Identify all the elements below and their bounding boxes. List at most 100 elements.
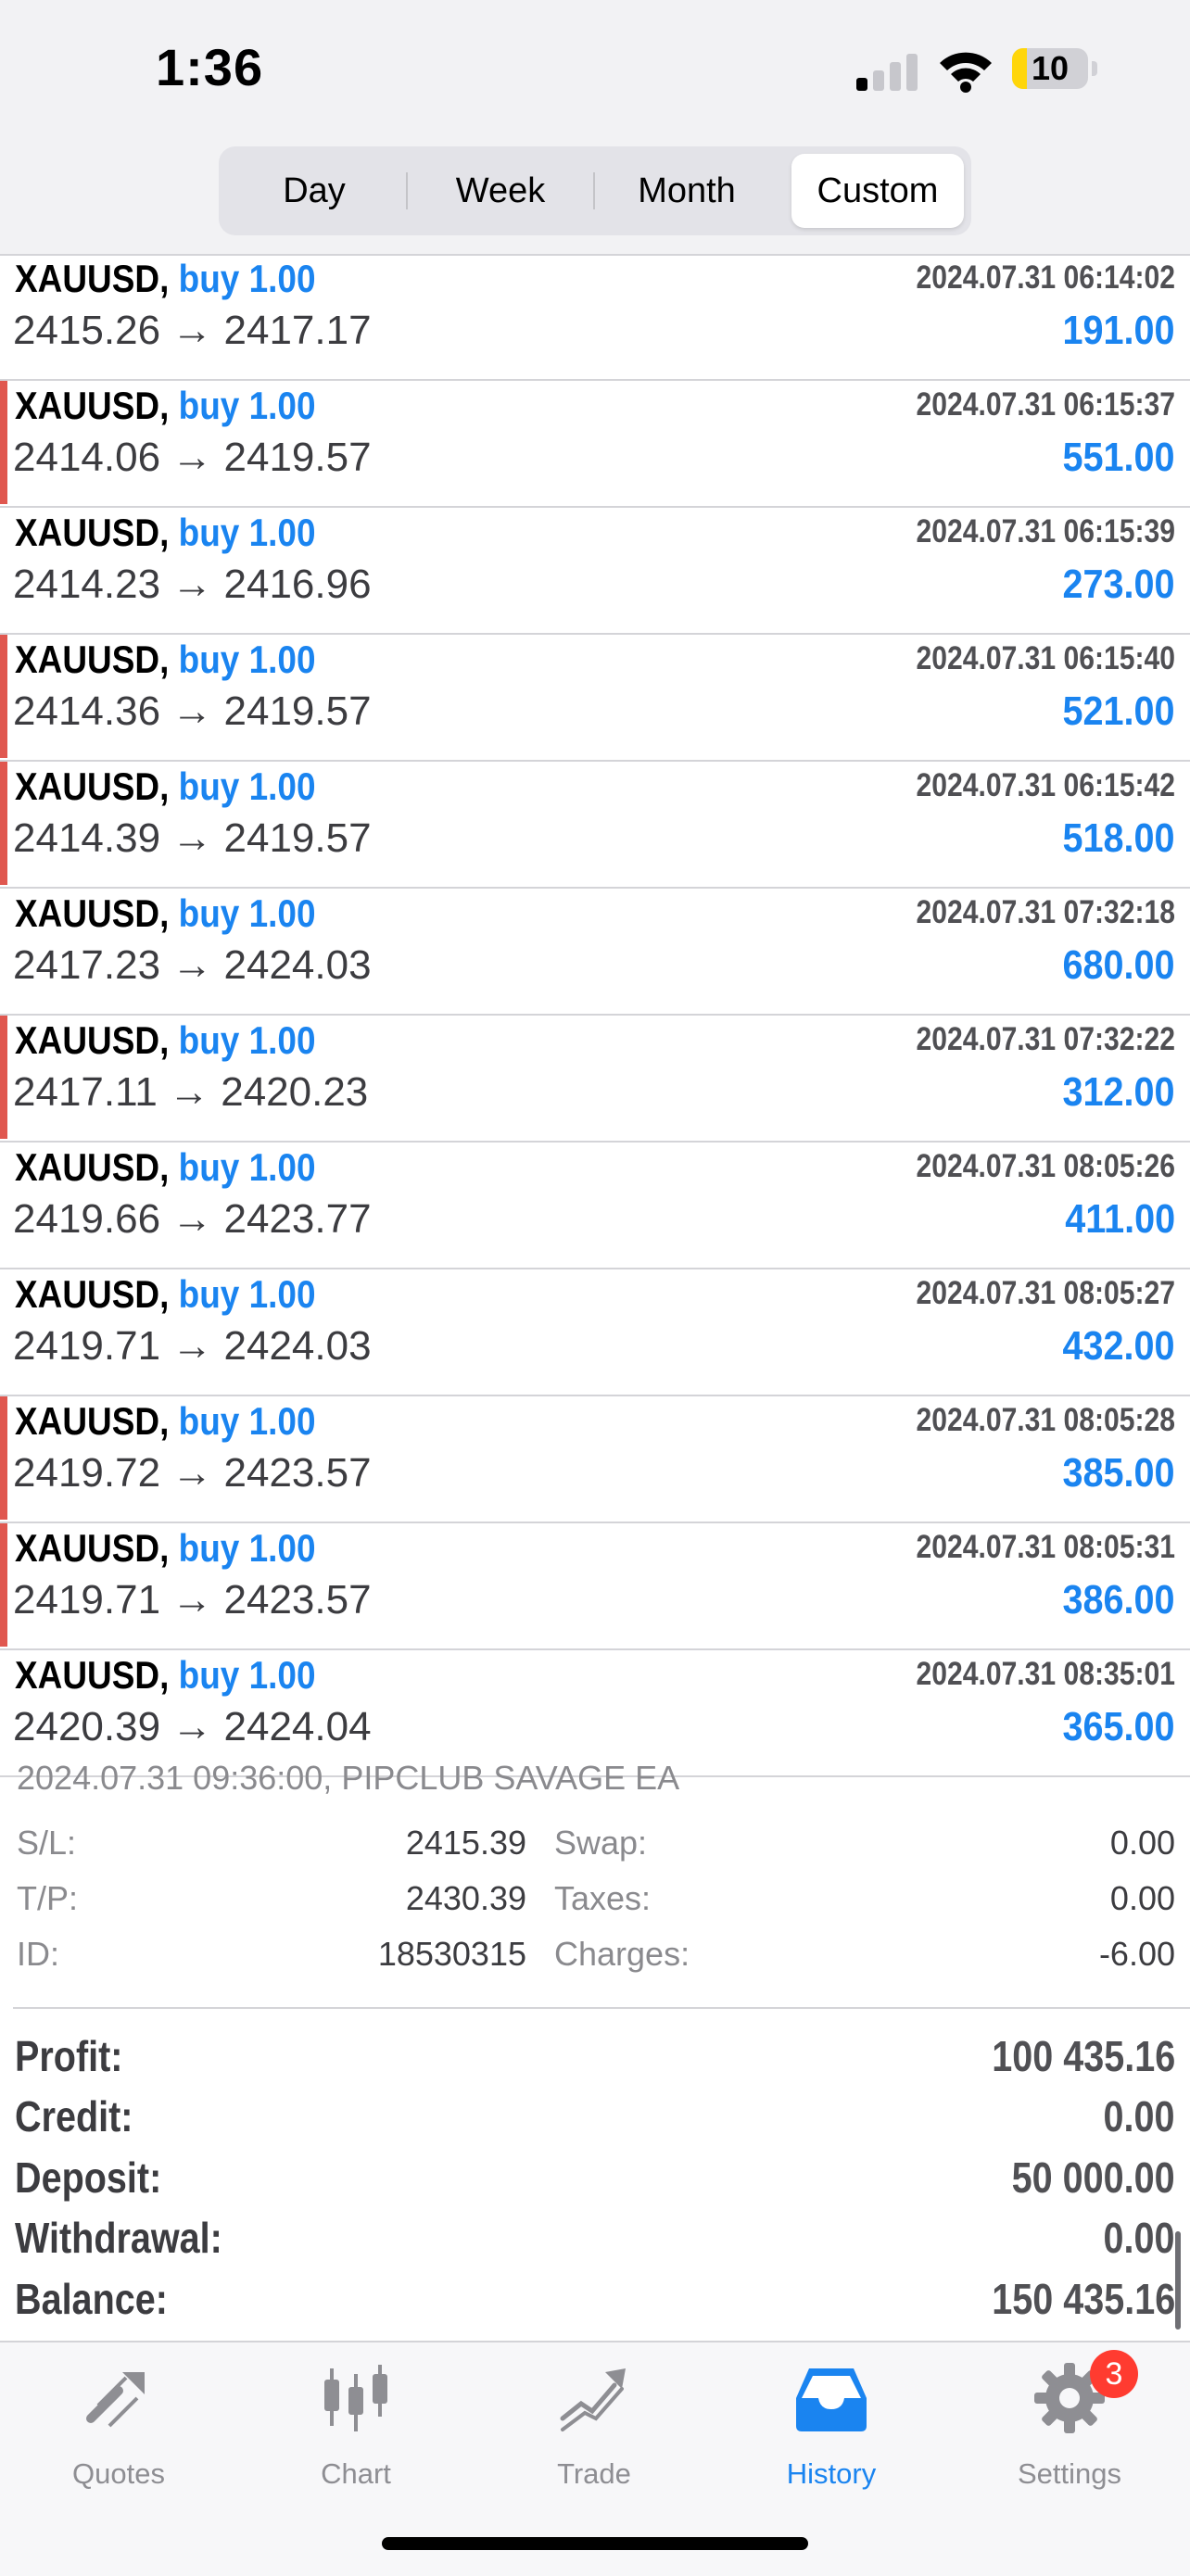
charges-value: -6.00 [1098,1935,1175,1973]
deal-type: buy 1.00 [178,1399,316,1443]
segment-separator [406,172,408,209]
summary-balance-label: Balance: [15,2275,168,2323]
deal-profit: 191.00 [1062,308,1175,353]
deal-row[interactable]: XAUUSD, buy 1.00 2024.07.31 08:05:28 2419.… [0,1396,1190,1523]
deal-datetime: 2024.07.31 08:05:28 [916,1402,1176,1438]
deal-row[interactable]: XAUUSD, buy 1.00 2024.07.31 08:05:26 2419.… [0,1143,1190,1269]
deal-marker [0,1016,7,1139]
deal-datetime: 2024.07.31 07:32:22 [916,1021,1176,1057]
deal-prices: 2414.06 → 2419.57 [13,435,372,480]
deal-symbol: XAUUSD, [15,1653,170,1697]
tab-history[interactable]: History [713,2342,950,2509]
id-value: 18530315 [377,1935,526,1973]
deal-datetime: 2024.07.31 08:35:01 [916,1656,1176,1692]
deal-symbol: XAUUSD, [15,384,170,427]
deal-symbol: XAUUSD, [15,1272,170,1316]
segment-week[interactable]: Week [410,154,591,228]
deal-symbol-line: XAUUSD, buy 1.00 [15,1526,316,1571]
deal-row[interactable]: XAUUSD, buy 1.00 2024.07.31 06:15:37 2414.… [0,381,1190,508]
deal-list: XAUUSD, buy 1.00 2024.07.31 06:14:02 2415.… [0,254,1190,1777]
tab-settings[interactable]: Settings [951,2342,1188,2509]
deal-profit: 365.00 [1062,1704,1175,1749]
deal-row[interactable]: XAUUSD, buy 1.00 2024.07.31 07:32:18 2417.… [0,889,1190,1016]
deal-type: buy 1.00 [178,891,316,935]
battery-icon: 10 [1012,48,1088,89]
deal-type: buy 1.00 [178,764,316,808]
deal-row[interactable]: XAUUSD, buy 1.00 2024.07.31 07:32:22 2417.… [0,1016,1190,1143]
tp-label: T/P: [17,1879,79,1917]
cellular-signal-icon [856,52,919,91]
deal-row[interactable]: XAUUSD, buy 1.00 2024.07.31 06:14:02 2415.… [0,254,1190,381]
deal-type: buy 1.00 [178,257,316,300]
deal-profit: 680.00 [1062,942,1175,988]
deal-datetime: 2024.07.31 08:05:31 [916,1529,1176,1565]
charges-label: Charges: [554,1935,690,1973]
sl-label: S/L: [17,1824,77,1862]
deal-profit: 411.00 [1065,1196,1175,1242]
deal-row[interactable]: XAUUSD, buy 1.00 2024.07.31 08:05:31 2419.… [0,1523,1190,1650]
period-segmented-control: Day Week Month Custom [219,146,971,235]
deal-profit: 521.00 [1062,688,1175,734]
taxes-value: 0.00 [1109,1879,1175,1917]
swap-label: Swap: [554,1824,648,1862]
summary-balance-value: 150 435.16 [991,2275,1175,2323]
taxes-label: Taxes: [554,1879,652,1917]
quotes-icon [86,2372,145,2428]
segment-month[interactable]: Month [595,154,779,228]
deal-symbol: XAUUSD, [15,1526,170,1570]
deal-symbol: XAUUSD, [15,1145,170,1189]
deal-prices: 2419.66 → 2423.77 [13,1196,372,1242]
summary-deposit-label: Deposit: [15,2153,162,2202]
scroll-indicator[interactable] [1175,2231,1181,2330]
battery-level: 10 [1031,49,1070,87]
deal-type: buy 1.00 [178,1526,316,1570]
deal-symbol: XAUUSD, [15,511,170,554]
tab-chart-label: Chart [321,2457,391,2490]
deal-profit: 518.00 [1062,815,1175,861]
tab-trade[interactable]: Trade [475,2342,713,2509]
history-icon [796,2368,867,2431]
deal-prices: 2419.72 → 2423.57 [13,1450,372,1496]
trade-icon [560,2368,626,2431]
deal-type: buy 1.00 [178,384,316,427]
deal-symbol-line: XAUUSD, buy 1.00 [15,764,316,809]
summary-credit-label: Credit: [15,2092,133,2140]
deal-row[interactable]: XAUUSD, buy 1.00 2024.07.31 08:05:27 2419.… [0,1269,1190,1396]
summary-credit-value: 0.00 [1104,2092,1175,2140]
deal-profit: 273.00 [1062,562,1175,607]
deal-row[interactable]: XAUUSD, buy 1.00 2024.07.31 06:15:39 2414.… [0,508,1190,635]
deal-profit: 551.00 [1062,435,1175,480]
deal-symbol-line: XAUUSD, buy 1.00 [15,1399,316,1444]
tab-trade-label: Trade [557,2457,631,2490]
id-label: ID: [17,1935,60,1973]
deal-symbol-line: XAUUSD, buy 1.00 [15,1018,316,1063]
tab-settings-label: Settings [1017,2457,1121,2490]
tab-quotes-label: Quotes [72,2457,165,2490]
summary-profit-label: Profit: [15,2032,123,2080]
tab-history-label: History [786,2457,877,2490]
deal-prices: 2419.71 → 2423.57 [13,1577,372,1623]
segment-day[interactable]: Day [226,154,402,228]
detail-divider [13,2007,1190,2009]
deal-symbol: XAUUSD, [15,1018,170,1062]
tab-quotes[interactable]: Quotes [0,2342,237,2509]
deal-marker [0,635,7,758]
deal-type: buy 1.00 [178,1653,316,1697]
deal-profit: 386.00 [1062,1577,1175,1623]
deal-row[interactable]: XAUUSD, buy 1.00 2024.07.31 06:15:40 2414.… [0,635,1190,762]
deal-symbol-line: XAUUSD, buy 1.00 [15,891,316,936]
deal-prices: 2417.11 → 2420.23 [13,1069,369,1115]
battery-tip [1092,61,1097,76]
deal-symbol-line: XAUUSD, buy 1.00 [15,1145,316,1190]
home-indicator[interactable] [382,2537,808,2550]
deal-datetime: 2024.07.31 06:14:02 [916,259,1176,296]
summary-withdrawal-value: 0.00 [1104,2214,1175,2262]
summary-deposit-value: 50 000.00 [1011,2153,1175,2202]
deal-datetime: 2024.07.31 06:15:37 [916,386,1176,423]
segment-custom[interactable]: Custom [791,154,964,228]
deal-row[interactable]: XAUUSD, buy 1.00 2024.07.31 06:15:42 2414.… [0,762,1190,889]
deal-datetime: 2024.07.31 08:05:27 [916,1275,1176,1311]
deal-symbol-line: XAUUSD, buy 1.00 [15,257,316,301]
chart-icon [324,2365,387,2431]
tab-chart[interactable]: Chart [237,2342,475,2509]
